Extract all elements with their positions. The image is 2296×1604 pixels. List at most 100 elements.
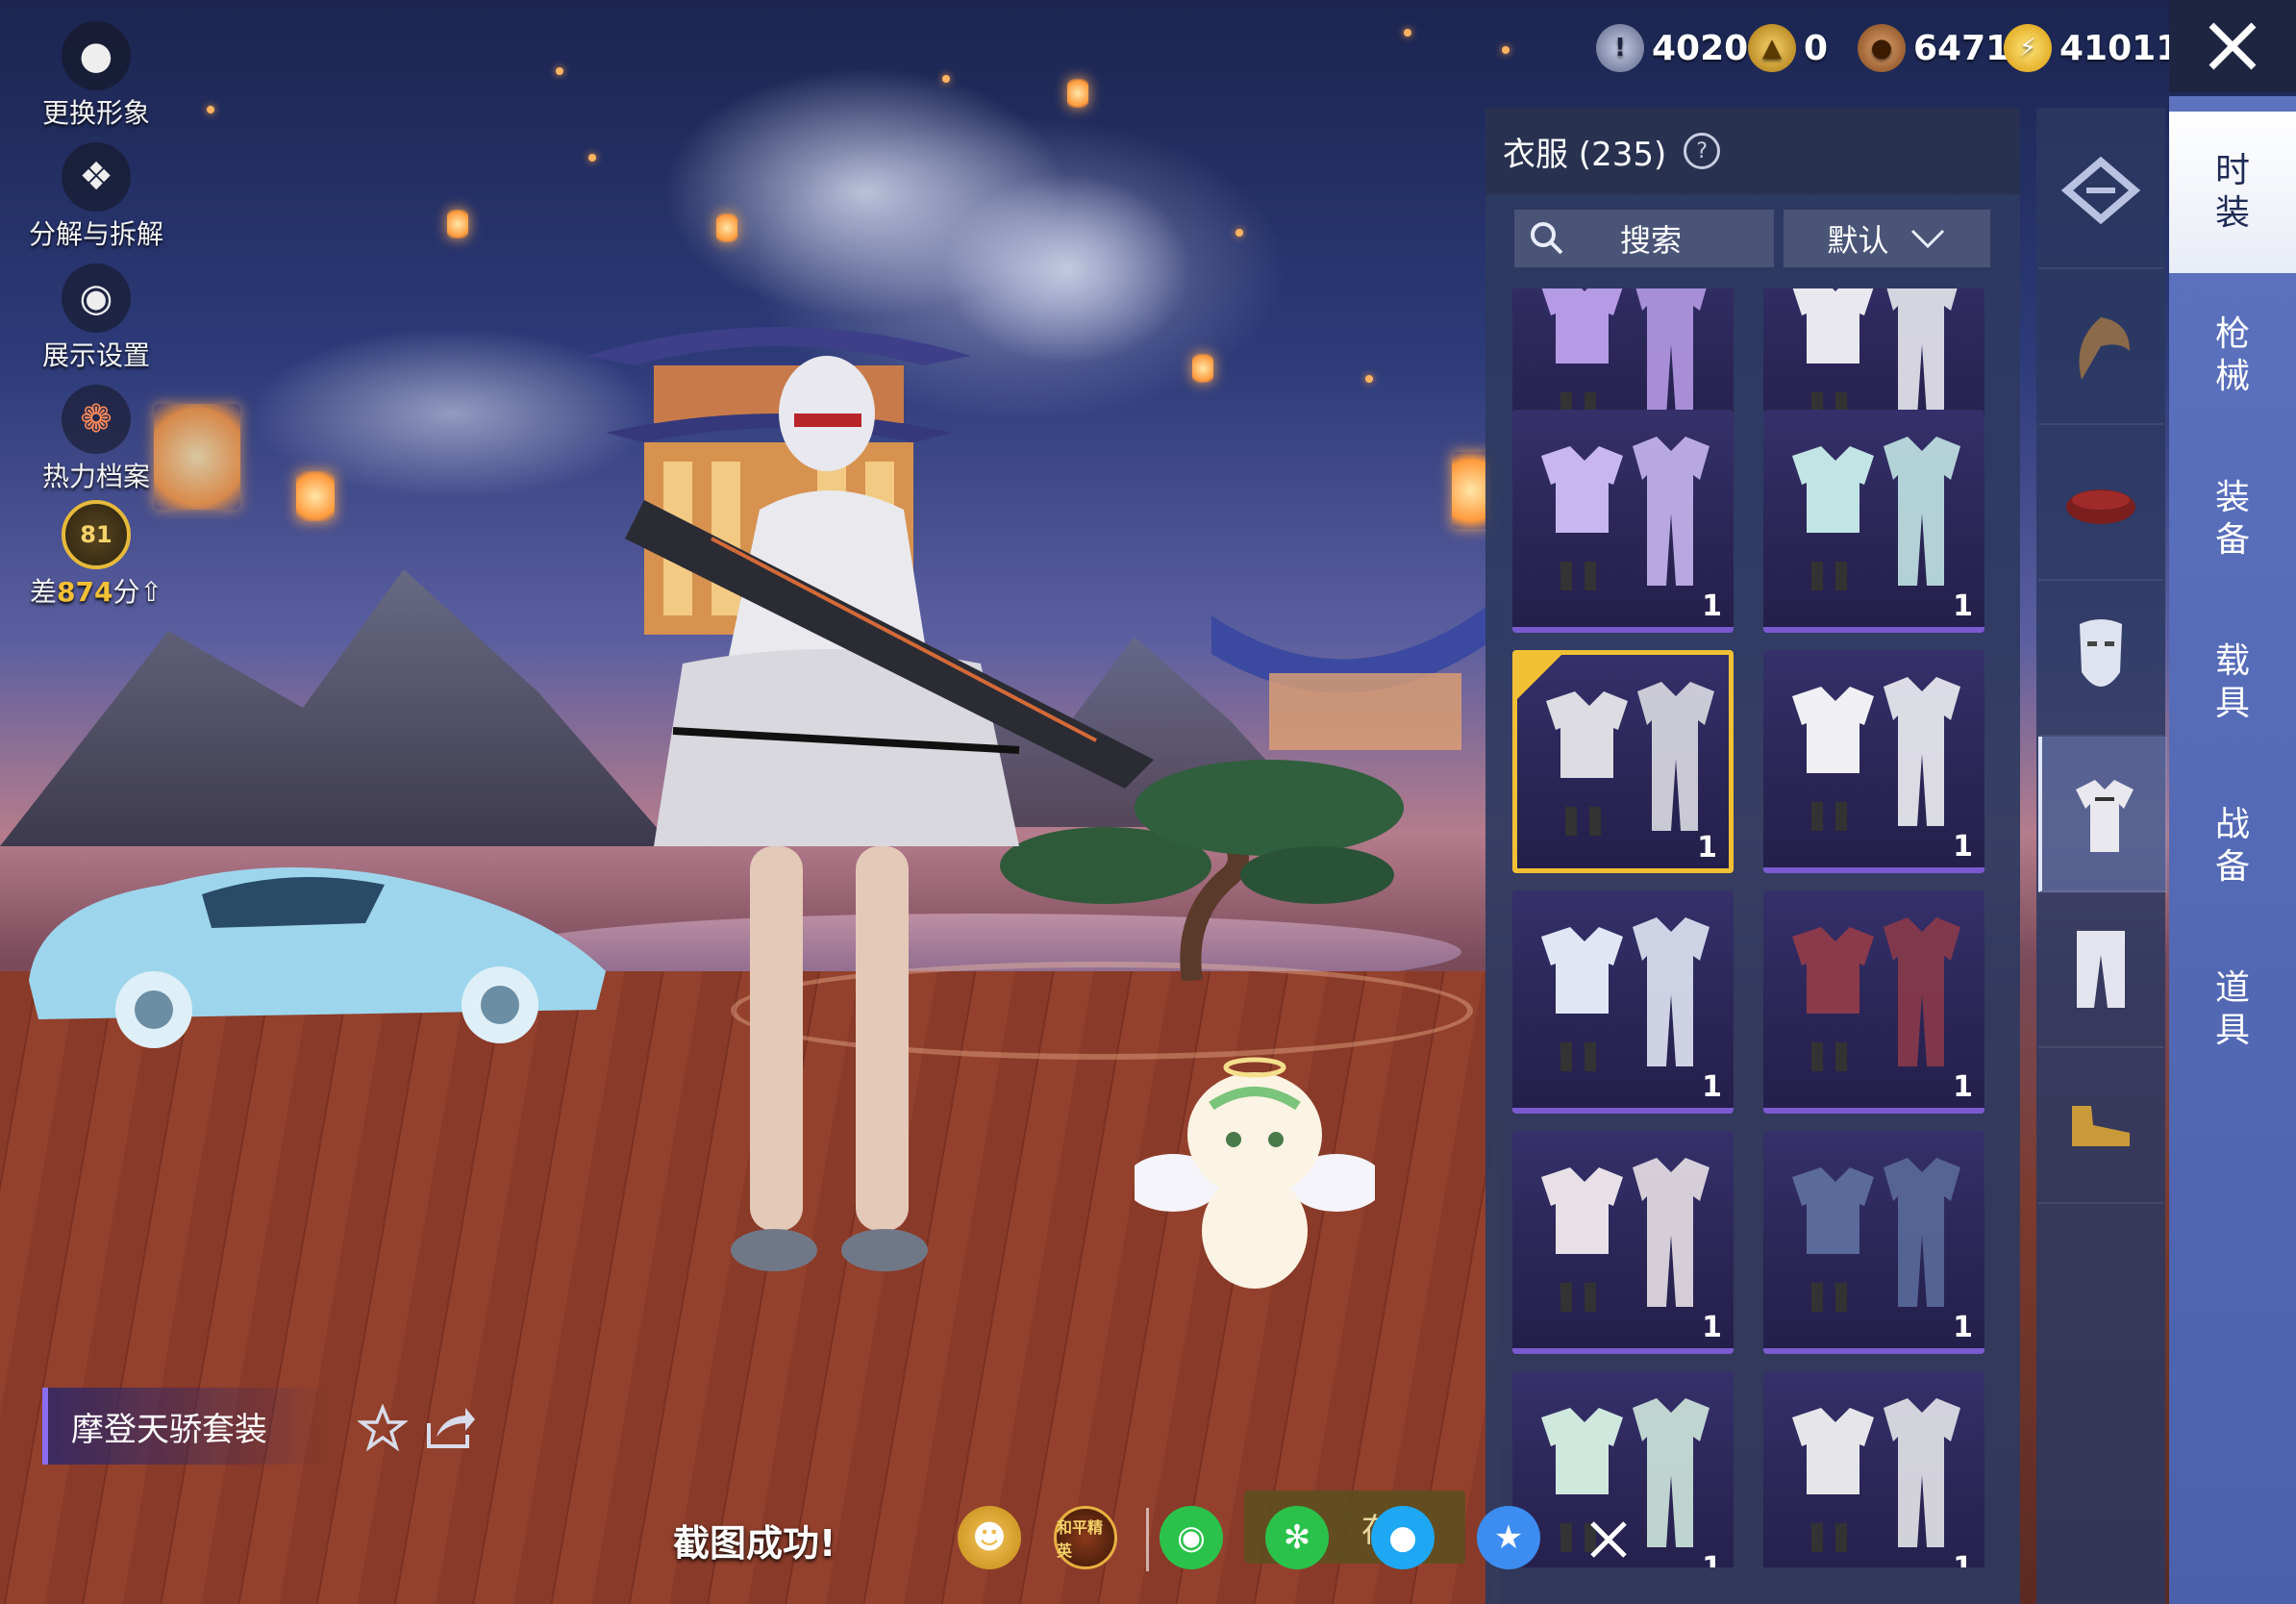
item-count: 1 — [1953, 1311, 1973, 1344]
outfit-thumbnail — [1792, 917, 1960, 1071]
tab-equipment[interactable]: 装备 — [2169, 439, 2296, 600]
light-dot — [207, 106, 214, 113]
currency-value: 0 — [1804, 28, 1829, 68]
item-count: 1 — [1953, 589, 1973, 623]
close-icon — [1590, 1521, 1627, 1558]
item-grid: 111111111111 — [1512, 288, 1993, 1567]
item-count: 1 — [1953, 1070, 1973, 1104]
qq-icon: ● — [1388, 1518, 1417, 1557]
rank-points-text: 差874分⇧ — [19, 571, 173, 610]
outfit-thumbnail — [1541, 1158, 1710, 1312]
share-qzone-button[interactable]: ★ — [1477, 1506, 1540, 1569]
item-count: 1 — [1702, 1070, 1722, 1104]
category-outfit[interactable] — [2038, 737, 2167, 892]
category-hat[interactable] — [2038, 425, 2163, 581]
display-settings-button[interactable]: ◉ 展示设置 — [19, 263, 173, 373]
currency-bronze[interactable]: ● 6471 — [1858, 19, 2009, 77]
currency-value: 4020 — [1652, 28, 1749, 68]
screenshot-toast: 截图成功! — [673, 1522, 836, 1565]
flame-icon: ❁ — [62, 385, 131, 454]
category-shoes[interactable] — [2038, 1048, 2163, 1204]
share-icon[interactable] — [423, 1404, 477, 1452]
tab-label: 载 — [2214, 641, 2250, 681]
item-count: 1 — [1702, 1311, 1722, 1344]
bronze-coin-icon: ● — [1858, 24, 1906, 72]
tab-label: 具 — [2214, 684, 2250, 723]
change-appearance-button[interactable]: ● 更换形象 — [19, 21, 173, 131]
tab-battle-gear[interactable]: 战备 — [2169, 765, 2296, 927]
rank-points: 874 — [57, 576, 113, 608]
silver-coin-icon: ! — [1596, 24, 1644, 72]
outfit-thumbnail — [1541, 437, 1710, 590]
share-game-button[interactable]: 和平精英 — [1054, 1506, 1117, 1569]
outfit-item-card[interactable]: 1 — [1763, 1371, 1984, 1567]
tab-props[interactable]: 道具 — [2169, 929, 2296, 1090]
category-mask[interactable] — [2038, 581, 2163, 737]
divider — [1146, 1508, 1149, 1571]
currency-silver[interactable]: ! 4020 — [1596, 19, 1748, 77]
tab-fashion[interactable]: 时装 — [2169, 112, 2296, 273]
heat-profile-button[interactable]: ❁ 热力档案 — [19, 385, 173, 494]
light-dot — [1365, 375, 1373, 383]
outfit-item-card[interactable]: 1 — [1763, 890, 1984, 1114]
outfit-thumbnail — [1541, 917, 1710, 1071]
outfit-item-card[interactable]: 1 — [1763, 1131, 1984, 1354]
outfit-item-card[interactable]: 1 — [1512, 650, 1734, 873]
pants-icon — [2077, 931, 2125, 1008]
category-pants[interactable] — [2038, 892, 2163, 1048]
sky-lantern — [296, 471, 335, 521]
sky-lantern — [716, 213, 737, 242]
light-dot — [588, 154, 596, 162]
light-dot — [556, 67, 563, 75]
dismantle-label: 分解与拆解 — [28, 218, 163, 250]
rank-prefix: 差 — [30, 576, 58, 608]
person-icon: ● — [62, 21, 131, 90]
item-count: 1 — [1697, 831, 1717, 865]
share-avatar-button[interactable]: ☻ — [958, 1506, 1021, 1569]
avatar-icon: ☻ — [972, 1518, 1007, 1557]
shoes-icon — [2072, 1106, 2130, 1146]
angel-pet — [1135, 1057, 1375, 1289]
suit-name-banner[interactable]: 摩登天骄套装 — [42, 1388, 331, 1465]
outfit-item-card[interactable]: 1 — [1763, 410, 1984, 633]
close-button[interactable] — [2169, 0, 2296, 92]
search-icon — [1531, 222, 1563, 255]
share-qq-button[interactable]: ● — [1371, 1506, 1435, 1569]
qzone-icon: ★ — [1493, 1518, 1524, 1557]
currency-lightning[interactable]: ⚡ 41011 — [2004, 19, 2180, 77]
rank-badge-button[interactable]: 81 差874分⇧ — [19, 500, 173, 610]
tab-weapons[interactable]: 枪械 — [2169, 275, 2296, 437]
category-all[interactable] — [2038, 113, 2163, 269]
moments-icon: ✻ — [1283, 1518, 1311, 1557]
dismantle-button[interactable]: ❖ 分解与拆解 — [19, 142, 173, 252]
outfit-thumbnail — [1792, 437, 1960, 590]
share-moments-button[interactable]: ✻ — [1265, 1506, 1329, 1569]
suit-name: 摩登天骄套装 — [71, 1410, 267, 1449]
item-count: 1 — [1953, 1551, 1973, 1567]
currency-value: 6471 — [1913, 28, 2010, 68]
tab-label: 备 — [2214, 520, 2250, 560]
category-hair[interactable] — [2038, 269, 2163, 425]
outfit-item-card[interactable]: 1 — [1512, 410, 1734, 633]
tab-label: 时 — [2214, 151, 2250, 190]
outfit-item-card[interactable]: 1 — [1512, 1131, 1734, 1354]
sky-lantern — [1067, 79, 1088, 108]
pavilion-roof — [1211, 596, 1500, 750]
tab-vehicles[interactable]: 载具 — [2169, 602, 2296, 764]
mask-icon — [2080, 619, 2122, 687]
star-icon[interactable] — [358, 1404, 408, 1452]
puzzle-icon: ❖ — [62, 142, 131, 212]
outfit-item-card[interactable]: 1 — [1512, 890, 1734, 1114]
currency-value: 41011 — [2059, 28, 2181, 68]
currency-gold-token[interactable]: ▲ 0 — [1748, 19, 1828, 77]
search-input[interactable]: 搜索 — [1514, 210, 1774, 267]
share-close-button[interactable] — [1577, 1508, 1640, 1571]
outfit-item-card[interactable]: 1 — [1763, 650, 1984, 873]
panel-header: 衣服 (235) ? — [1485, 108, 2020, 194]
rank-badge-icon: 81 — [62, 500, 131, 569]
hair-icon — [2079, 317, 2130, 380]
help-icon[interactable]: ? — [1684, 133, 1721, 169]
sort-dropdown[interactable]: 默认 — [1784, 210, 1990, 267]
share-wechat-button[interactable]: ◉ — [1160, 1506, 1223, 1569]
selected-check-icon — [1517, 655, 1561, 699]
